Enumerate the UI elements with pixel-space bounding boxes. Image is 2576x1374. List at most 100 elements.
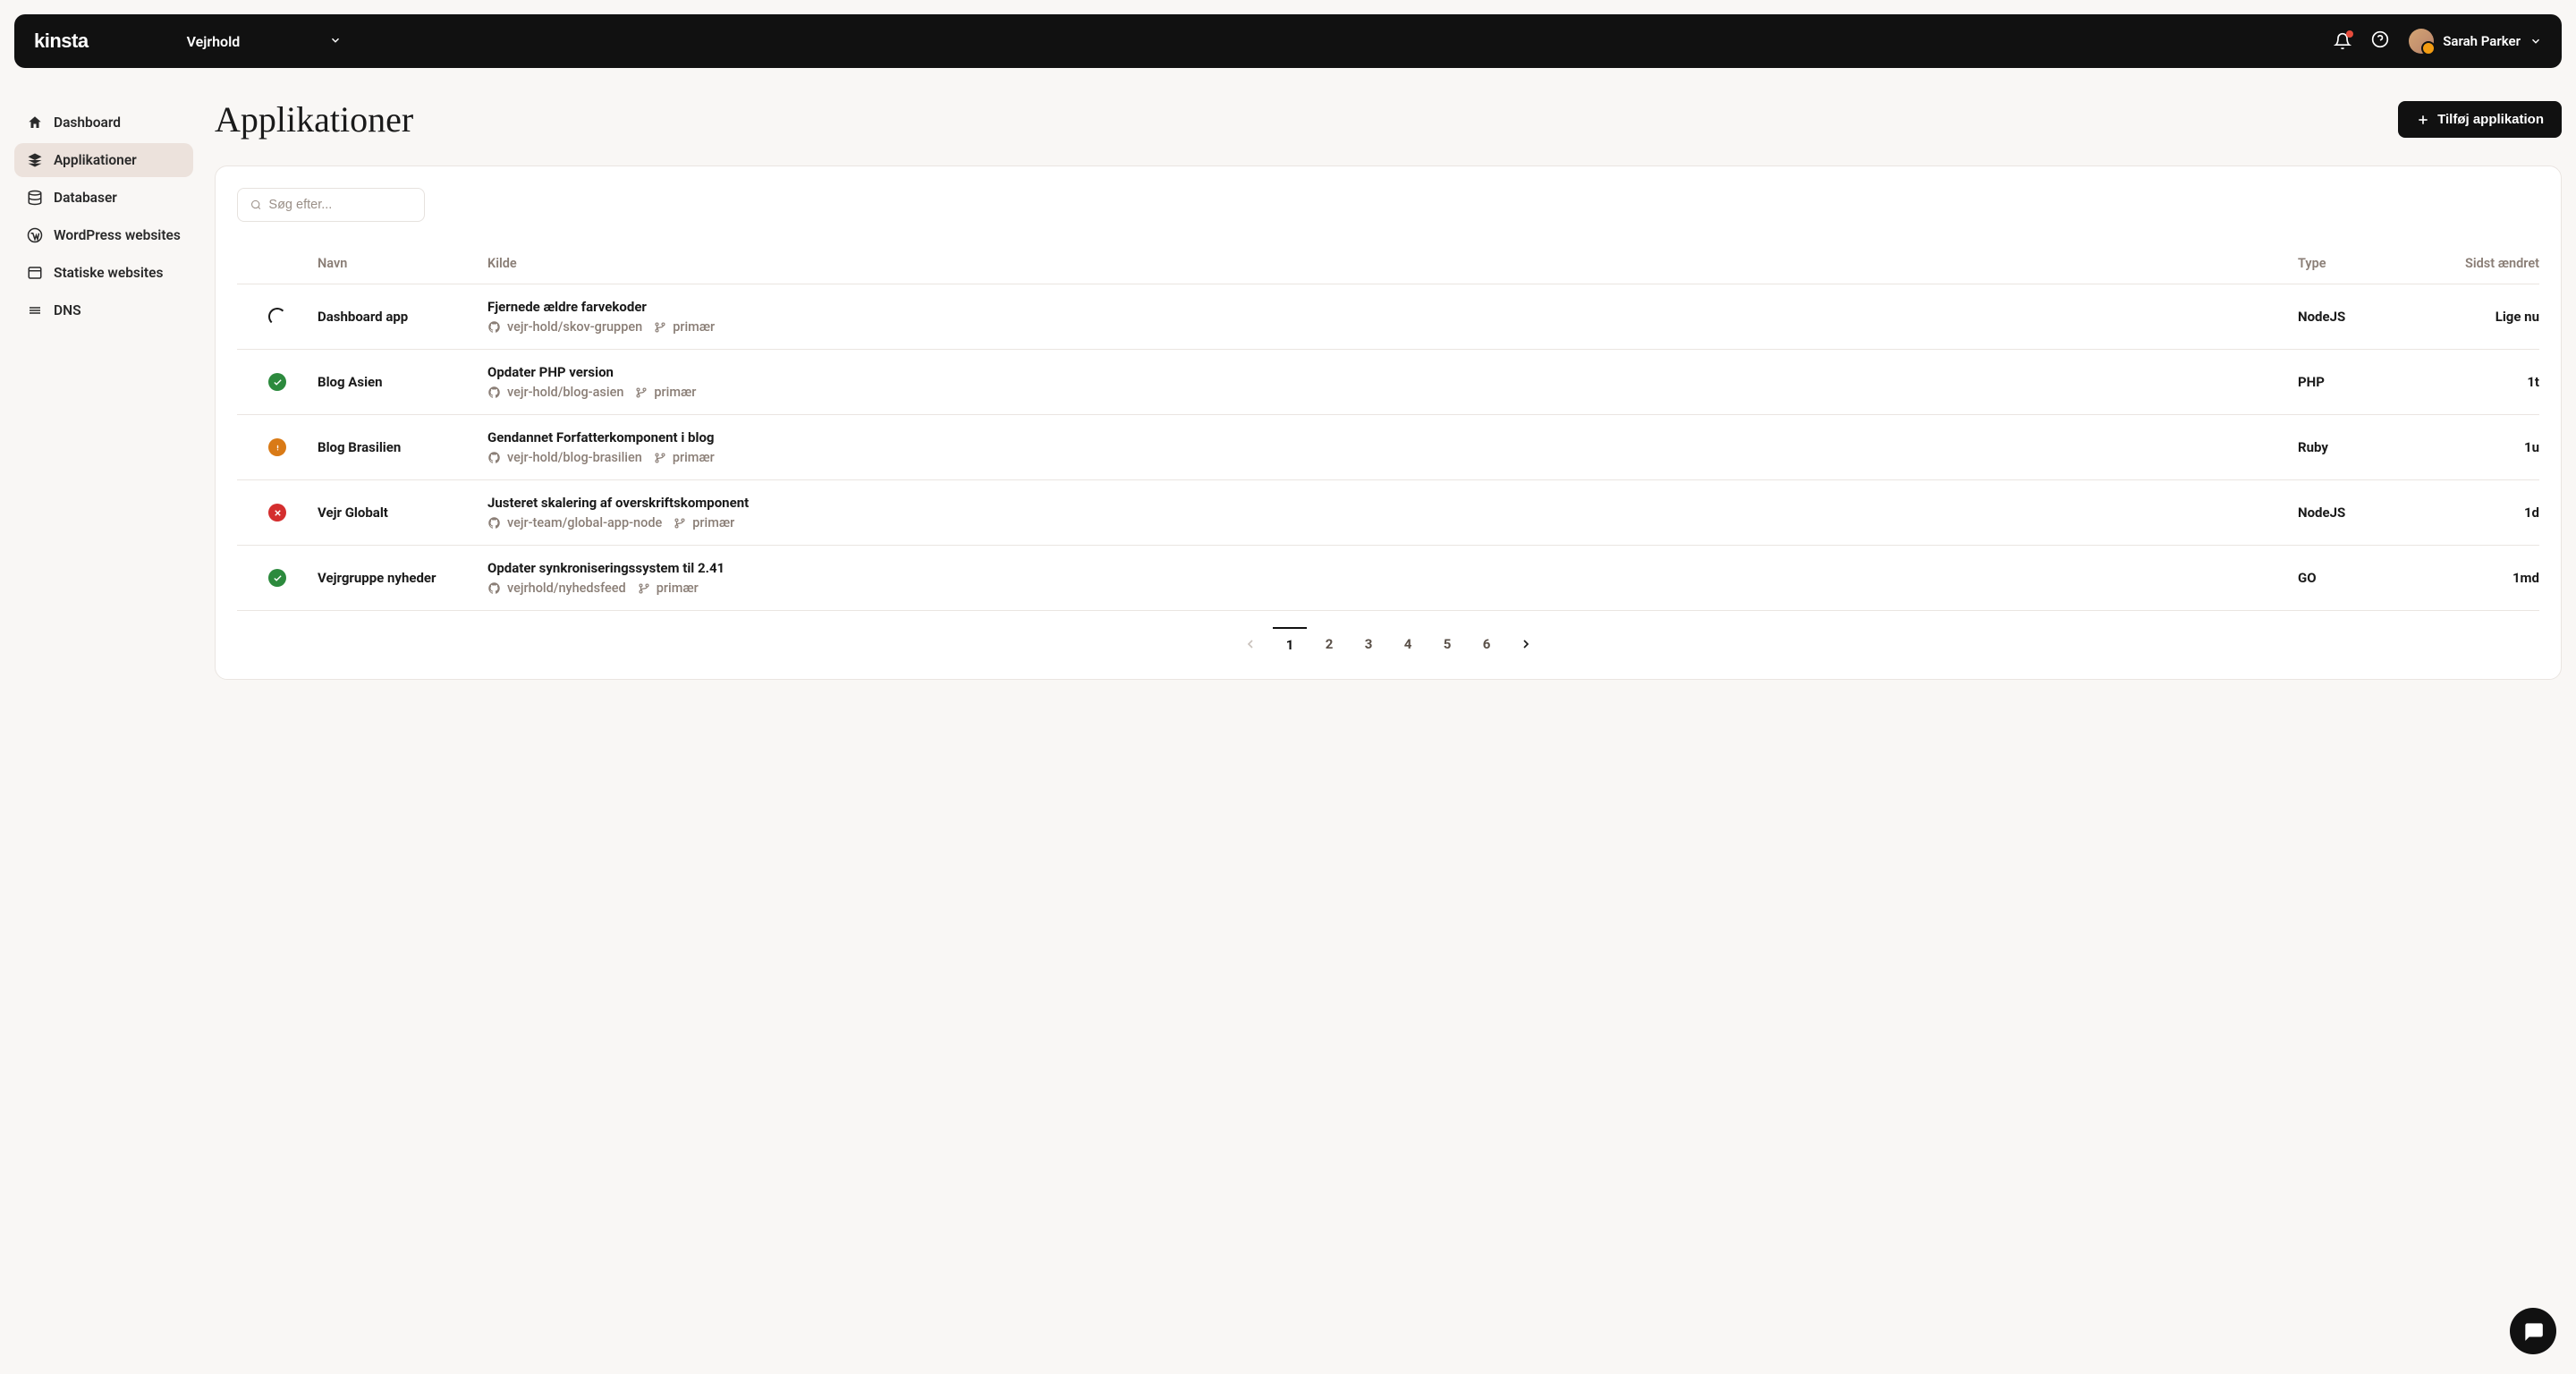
page-3[interactable]: 3 (1352, 627, 1385, 661)
page-6[interactable]: 6 (1470, 627, 1504, 661)
repo-name: vejrhold/nyhedsfeed (507, 581, 626, 596)
chevron-down-icon (329, 33, 342, 50)
plus-icon (2416, 113, 2430, 127)
sidebar-item-dns[interactable]: DNS (14, 293, 193, 327)
search-input[interactable] (268, 198, 411, 212)
help-icon (2371, 30, 2389, 48)
company-selector[interactable]: Vejrhold (187, 33, 343, 50)
app-name: Dashboard app (318, 309, 487, 325)
pagination-next[interactable] (1509, 627, 1543, 661)
status-cell (237, 504, 318, 522)
commit-message: Opdater synkroniseringssystem til 2.41 (487, 560, 2298, 576)
col-source: Kilde (487, 256, 2298, 271)
commit-message: Fjernede ældre farvekoder (487, 299, 2298, 315)
sidebar-item-databases[interactable]: Databaser (14, 181, 193, 215)
user-name: Sarah Parker (2443, 33, 2521, 49)
branch-icon (674, 517, 686, 530)
github-icon (487, 516, 501, 530)
chevron-left-icon (1243, 637, 1258, 651)
repo-line: vejr-hold/blog-asienprimær (487, 385, 2298, 400)
app-name: Blog Brasilien (318, 439, 487, 455)
chat-icon (2521, 1319, 2545, 1343)
applications-card: Navn Kilde Type Sidst ændret Dashboard a… (215, 165, 2562, 680)
app-type: GO (2298, 570, 2414, 586)
status-cell (237, 373, 318, 391)
sidebar-item-label: Databaser (54, 190, 117, 206)
topbar-right: Sarah Parker (2334, 29, 2542, 54)
chat-button[interactable] (2510, 1308, 2556, 1354)
home-icon (27, 114, 43, 131)
status-cell (237, 569, 318, 587)
sidebar-item-label: DNS (54, 302, 81, 318)
company-name: Vejrhold (187, 33, 241, 50)
table-row[interactable]: Dashboard appFjernede ældre farvekoder ve… (237, 284, 2539, 350)
sidebar-item-wordpress[interactable]: WordPress websites (14, 218, 193, 252)
page-title: Applikationer (215, 98, 413, 140)
add-application-button[interactable]: Tilføj applikation (2398, 101, 2562, 138)
user-menu[interactable]: Sarah Parker (2409, 29, 2542, 54)
branch-name: primær (692, 515, 734, 530)
branch-icon (654, 321, 666, 334)
app-type: NodeJS (2298, 505, 2414, 521)
sidebar-item-dashboard[interactable]: Dashboard (14, 106, 193, 140)
chevron-right-icon (1519, 637, 1533, 651)
page-5[interactable]: 5 (1430, 627, 1464, 661)
app-modified: Lige nu (2414, 309, 2539, 325)
app-modified: 1u (2414, 439, 2539, 455)
browser-icon (27, 265, 43, 281)
source-cell: Fjernede ældre farvekoder vejr-hold/skov-… (487, 299, 2298, 335)
branch-name: primær (673, 319, 715, 335)
repo-line: vejrhold/nyhedsfeed primær (487, 581, 2298, 596)
source-cell: Opdater synkroniseringssystem til 2.41 ve… (487, 560, 2298, 596)
app-name: Vejrgruppe nyheder (318, 570, 487, 586)
repo-line: vejr-hold/skov-gruppenprimær (487, 319, 2298, 335)
main: Applikationer Tilføj applikation Navn Ki… (215, 82, 2562, 680)
repo-name: vejr-team/global-app-node (507, 515, 662, 530)
notifications-button[interactable] (2334, 32, 2351, 50)
status-success-icon (268, 373, 286, 391)
avatar (2409, 29, 2434, 54)
sidebar-item-static[interactable]: Statiske websites (14, 256, 193, 290)
app-type: NodeJS (2298, 309, 2414, 325)
branch-name: primær (654, 385, 696, 400)
app-type: Ruby (2298, 439, 2414, 455)
sidebar-item-label: Dashboard (54, 114, 121, 131)
repo-line: vejr-hold/blog-brasilienprimær (487, 450, 2298, 465)
table-header: Navn Kilde Type Sidst ændret (237, 247, 2539, 284)
sidebar-item-applications[interactable]: Applikationer (14, 143, 193, 177)
status-warning-icon (268, 438, 286, 456)
table-row[interactable]: Blog AsienOpdater PHP versionvejr-hold/b… (237, 350, 2539, 415)
page-1[interactable]: 1 (1273, 627, 1307, 661)
col-type: Type (2298, 256, 2414, 271)
pagination-prev[interactable] (1233, 627, 1267, 661)
logo: kinsta (34, 30, 89, 53)
github-icon (487, 581, 501, 595)
help-button[interactable] (2371, 30, 2389, 52)
app-name: Vejr Globalt (318, 505, 487, 521)
database-icon (27, 190, 43, 206)
col-name: Navn (318, 256, 487, 271)
sidebar: Dashboard Applikationer Databaser WordPr… (14, 82, 193, 680)
sidebar-item-label: Applikationer (54, 152, 137, 168)
commit-message: Opdater PHP version (487, 364, 2298, 380)
page-4[interactable]: 4 (1391, 627, 1425, 661)
applications-table: Navn Kilde Type Sidst ændret Dashboard a… (237, 247, 2539, 611)
app-modified: 1md (2414, 570, 2539, 586)
status-cell (237, 438, 318, 456)
chevron-down-icon (2529, 35, 2542, 47)
notification-dot (2346, 30, 2353, 38)
sidebar-item-label: Statiske websites (54, 265, 163, 281)
branch-name: primær (657, 581, 699, 596)
add-button-label: Tilføj applikation (2437, 112, 2544, 127)
topbar: kinsta Vejrhold Sarah Parker (14, 14, 2562, 68)
status-error-icon (268, 504, 286, 522)
search-box[interactable] (237, 188, 425, 222)
table-row[interactable]: Vejrgruppe nyhederOpdater synkronisering… (237, 546, 2539, 611)
table-row[interactable]: Vejr GlobaltJusteret skalering af oversk… (237, 480, 2539, 546)
page-header: Applikationer Tilføj applikation (215, 98, 2562, 140)
table-row[interactable]: Blog BrasilienGendannet Forfatterkompone… (237, 415, 2539, 480)
app-modified: 1t (2414, 374, 2539, 390)
app-type: PHP (2298, 374, 2414, 390)
github-icon (487, 386, 501, 399)
page-2[interactable]: 2 (1312, 627, 1346, 661)
